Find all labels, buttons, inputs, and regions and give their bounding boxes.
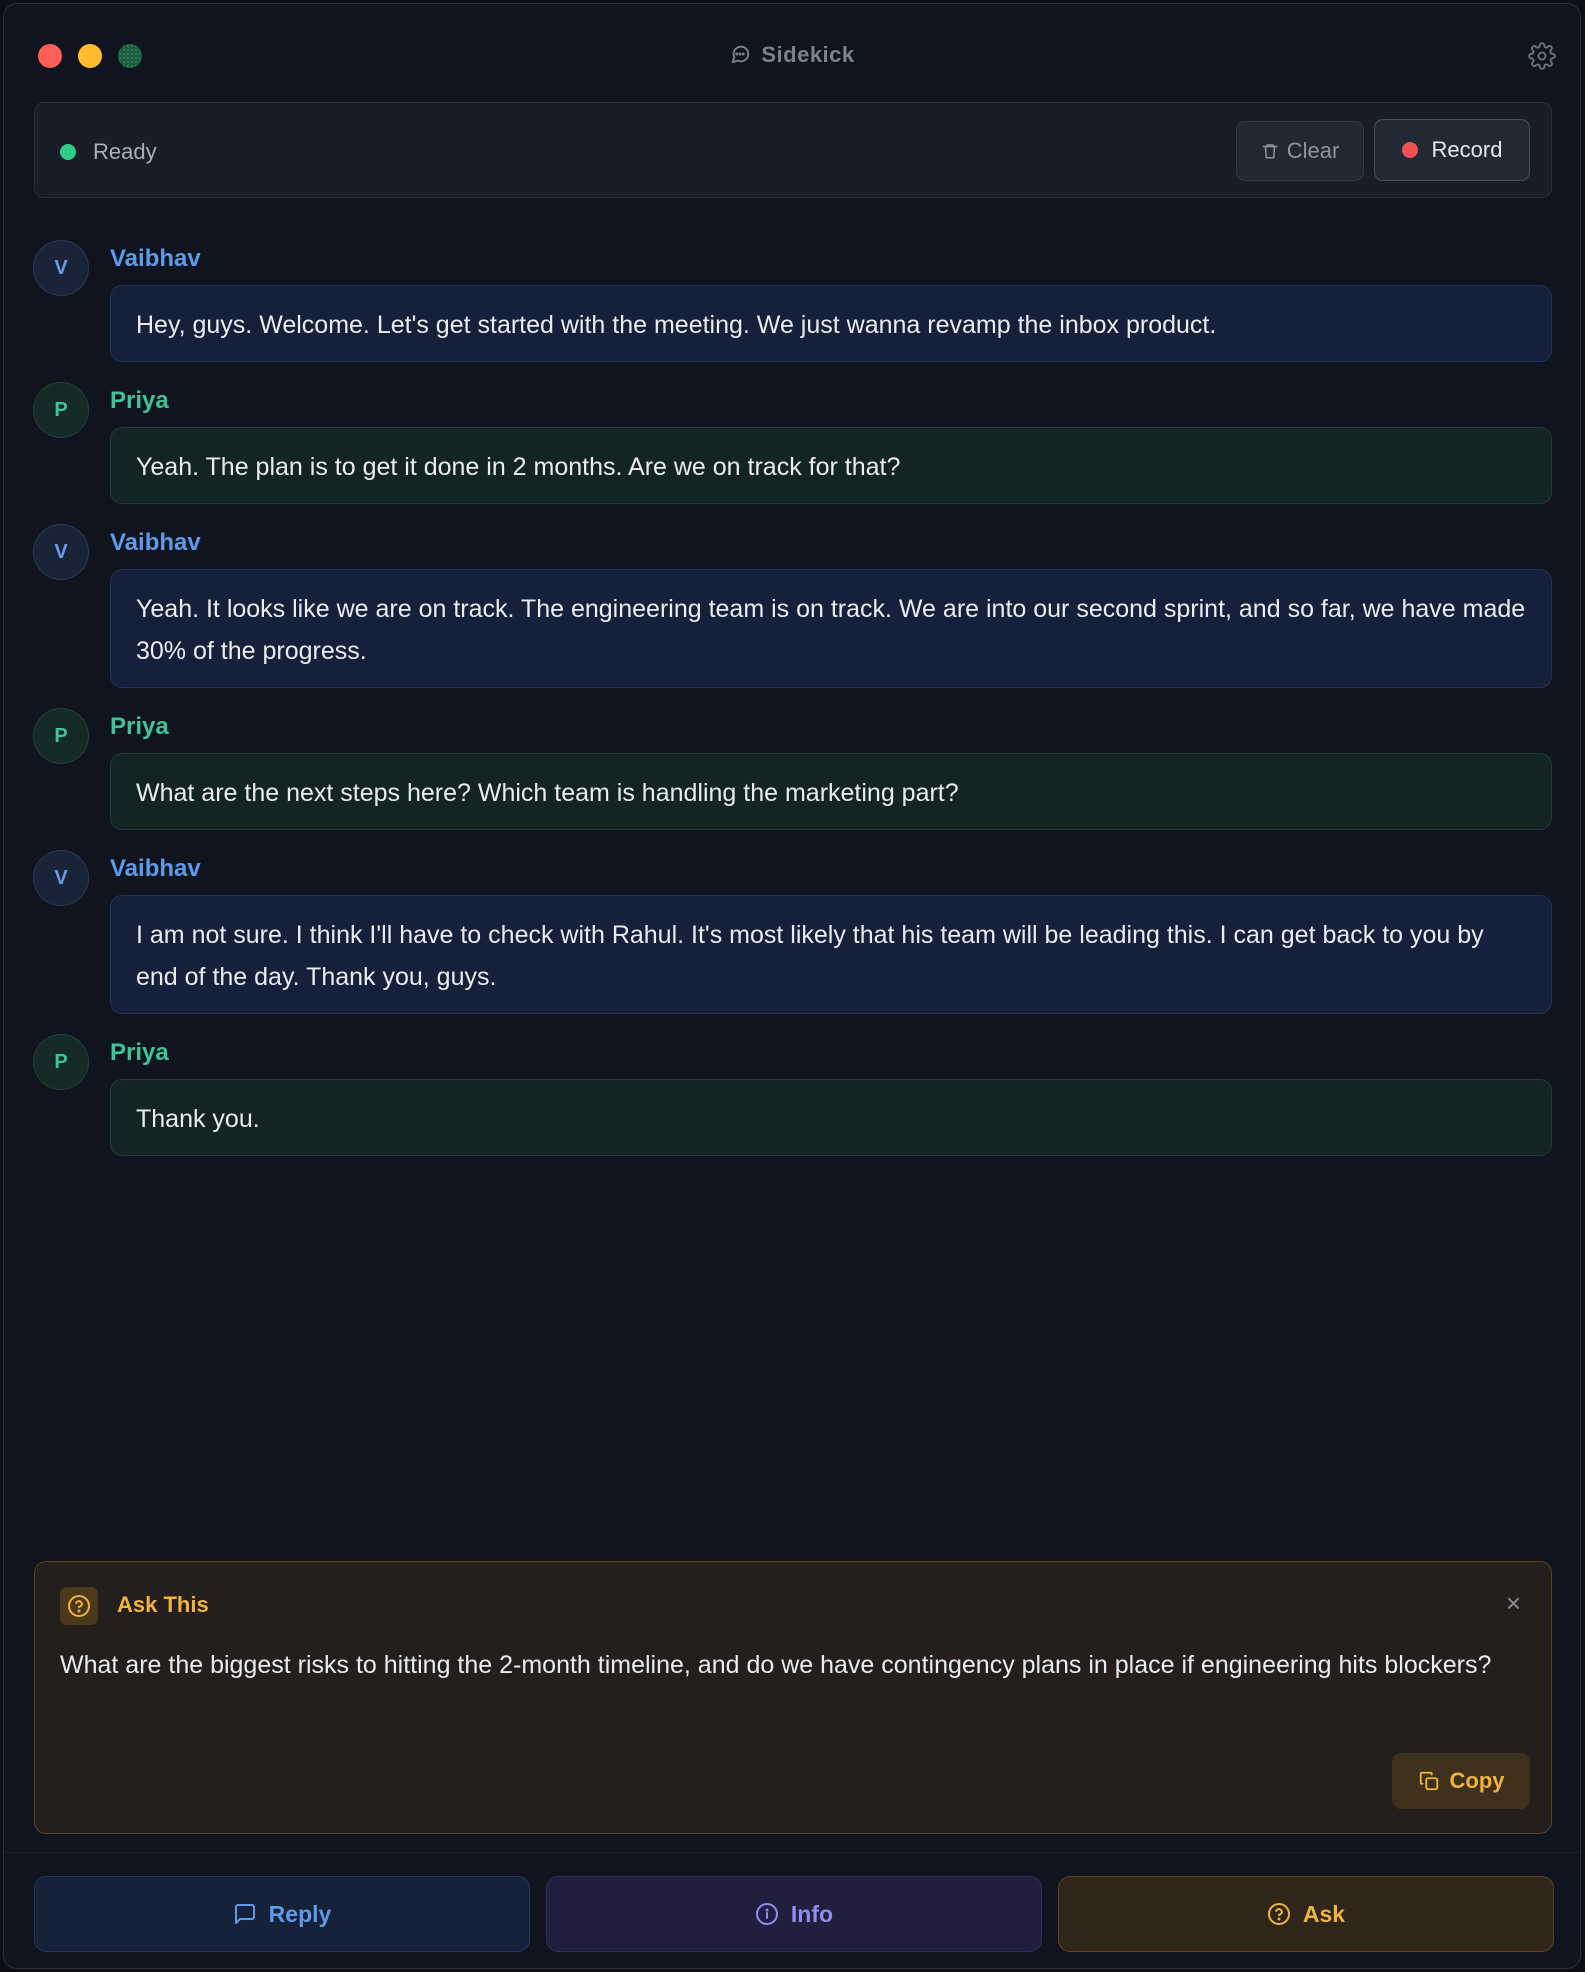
message-bubble: I am not sure. I think I'll have to chec… bbox=[110, 895, 1552, 1014]
bottom-divider bbox=[4, 1852, 1580, 1853]
trash-icon bbox=[1262, 144, 1278, 159]
title-bar: Sidekick bbox=[4, 4, 1580, 104]
copy-button-label: Copy bbox=[1449, 1768, 1505, 1793]
info-circle-icon bbox=[755, 1903, 778, 1925]
speaker-name: Priya bbox=[110, 1039, 169, 1066]
ask-card-text: What are the biggest risks to hitting th… bbox=[60, 1651, 1492, 1679]
close-icon[interactable]: × bbox=[1506, 1588, 1521, 1619]
avatar: V bbox=[33, 524, 89, 580]
window-title: Sidekick bbox=[4, 42, 1580, 68]
speaker-name: Vaibhav bbox=[110, 245, 201, 272]
clear-button-label: Clear bbox=[1286, 138, 1340, 163]
message-square-icon bbox=[234, 1904, 255, 1924]
message-bubble: What are the next steps here? Which team… bbox=[110, 753, 1552, 830]
status-bar: Ready Clear Record bbox=[34, 102, 1552, 198]
speaker-name: Vaibhav bbox=[110, 529, 201, 556]
speaker-name: Vaibhav bbox=[110, 855, 201, 882]
avatar: P bbox=[33, 708, 89, 764]
speaker-name: Priya bbox=[110, 713, 169, 740]
message-bubble: Thank you. bbox=[110, 1079, 1552, 1156]
message-bubble: Hey, guys. Welcome. Let's get started wi… bbox=[110, 285, 1552, 362]
info-button[interactable]: Info bbox=[546, 1876, 1042, 1952]
record-dot-icon bbox=[1401, 142, 1418, 158]
ask-button-label: Ask bbox=[1302, 1900, 1346, 1927]
avatar: V bbox=[33, 240, 89, 296]
status-text: Ready bbox=[93, 139, 157, 164]
reply-button-label: Reply bbox=[268, 1900, 332, 1927]
ask-card-title: Ask This bbox=[117, 1592, 209, 1617]
avatar: P bbox=[33, 1034, 89, 1090]
ask-suggestion-card: Ask This × What are the biggest risks to… bbox=[34, 1561, 1552, 1834]
clear-button[interactable]: Clear bbox=[1236, 121, 1364, 181]
speaker-name: Priya bbox=[110, 387, 169, 414]
avatar: V bbox=[33, 850, 89, 906]
record-button[interactable]: Record bbox=[1374, 119, 1530, 181]
avatar: P bbox=[33, 382, 89, 438]
question-circle-icon bbox=[1267, 1903, 1290, 1925]
ask-button[interactable]: Ask bbox=[1058, 1876, 1554, 1952]
record-button-label: Record bbox=[1431, 137, 1503, 162]
message-bubble: Yeah. It looks like we are on track. The… bbox=[110, 569, 1552, 688]
ask-card-icon-box bbox=[60, 1587, 98, 1625]
copy-button[interactable]: Copy bbox=[1392, 1753, 1530, 1809]
reply-button[interactable]: Reply bbox=[34, 1876, 530, 1952]
info-button-label: Info bbox=[790, 1900, 834, 1927]
gear-icon[interactable] bbox=[1528, 42, 1556, 70]
chat-bubble-icon bbox=[732, 45, 750, 64]
status-indicator bbox=[60, 144, 76, 160]
question-circle-icon bbox=[68, 1595, 90, 1617]
copy-icon bbox=[1419, 1771, 1438, 1791]
app-window: Sidekick Ready Clear Record V Vaibhav He… bbox=[3, 3, 1581, 1969]
message-bubble: Yeah. The plan is to get it done in 2 mo… bbox=[110, 427, 1552, 504]
window-title-text: Sidekick bbox=[761, 42, 855, 67]
